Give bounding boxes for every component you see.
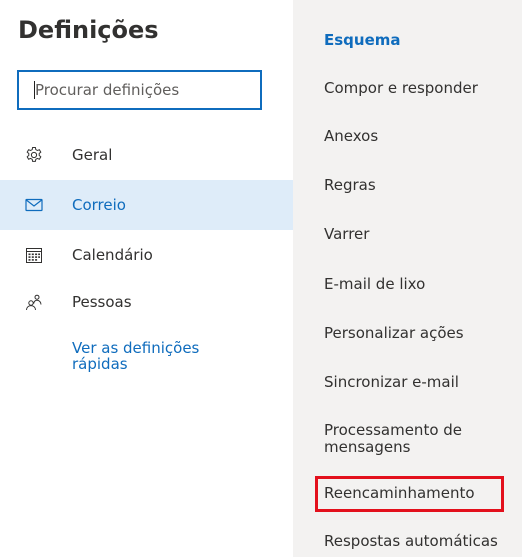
mail-icon (25, 196, 43, 214)
search-input[interactable] (19, 72, 260, 108)
nav-item-general[interactable]: Geral (0, 130, 293, 180)
nav-label-calendar: Calendário (72, 246, 153, 264)
section-junk-email[interactable]: E-mail de lixo (324, 276, 514, 293)
nav-item-calendar[interactable]: Calendário (0, 230, 293, 280)
section-message-handling[interactable]: Processamento de mensagens (324, 422, 494, 456)
section-attachments[interactable]: Anexos (324, 128, 514, 145)
people-icon (25, 293, 43, 311)
text-cursor (34, 81, 35, 99)
calendar-icon (25, 246, 43, 264)
section-sweep[interactable]: Varrer (324, 226, 514, 243)
section-layout[interactable]: Esquema (324, 32, 514, 49)
section-customize-actions[interactable]: Personalizar ações (324, 325, 514, 342)
nav-item-mail[interactable]: Correio (0, 180, 293, 230)
section-rules[interactable]: Regras (324, 177, 514, 194)
search-box[interactable] (17, 70, 262, 110)
mail-sections-pane: Esquema Compor e responder Anexos Regras… (293, 0, 522, 557)
section-automatic-replies[interactable]: Respostas automáticas (324, 533, 514, 550)
nav-label-mail: Correio (72, 196, 126, 214)
nav-label-people: Pessoas (72, 293, 132, 311)
gear-icon (25, 146, 43, 164)
section-sync-email[interactable]: Sincronizar e-mail (324, 374, 514, 391)
settings-categories-pane: Definições Geral (0, 0, 293, 557)
page-title: Definições (18, 16, 159, 44)
section-forwarding[interactable]: Reencaminhamento (324, 485, 514, 502)
nav-item-people[interactable]: Pessoas (0, 277, 293, 327)
quick-settings-link[interactable]: Ver as definições rápidas (72, 340, 252, 372)
nav-label-general: Geral (72, 146, 113, 164)
section-compose-reply[interactable]: Compor e responder (324, 80, 514, 97)
settings-panel: Definições Geral (0, 0, 522, 557)
